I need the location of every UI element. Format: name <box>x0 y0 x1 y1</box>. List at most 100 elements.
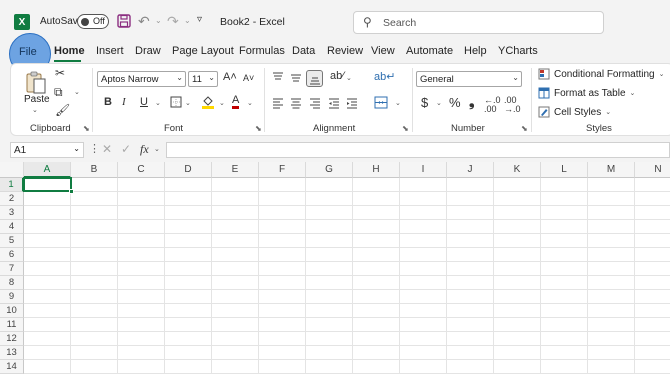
row-header[interactable]: 2 <box>0 192 24 206</box>
paste-dropdown-icon[interactable]: ⌄ <box>32 107 38 114</box>
format-as-table-button[interactable]: Format as Table ⌄ <box>538 87 635 99</box>
align-center-icon[interactable] <box>290 97 302 109</box>
formula-input[interactable] <box>166 142 670 158</box>
align-right-icon[interactable] <box>309 97 321 109</box>
row-header[interactable]: 9 <box>0 290 24 304</box>
wrap-text-icon[interactable]: ab↵ <box>374 72 395 83</box>
decrease-decimal-icon[interactable]: .00 →.0 <box>504 96 521 114</box>
cancel-entry-icon[interactable]: ✕ <box>102 143 112 155</box>
fill-color-icon[interactable] <box>201 95 215 109</box>
currency-button[interactable]: $ <box>421 96 428 109</box>
orientation-icon[interactable]: ab⁄ <box>330 71 344 82</box>
row-header[interactable]: 14 <box>0 360 24 374</box>
row-header[interactable]: 6 <box>0 248 24 262</box>
decrease-indent-icon[interactable] <box>328 97 340 109</box>
bottom-align-button[interactable] <box>306 70 323 87</box>
tab-data[interactable]: Data <box>292 45 315 57</box>
font-color-dropdown-icon[interactable]: ⌄ <box>247 100 253 107</box>
row-header[interactable]: 4 <box>0 220 24 234</box>
cell-styles-button[interactable]: Cell Styles ⌄ <box>538 106 611 118</box>
format-painter-icon[interactable]: 🖌 <box>55 104 70 116</box>
font-color-icon[interactable]: A <box>232 95 240 109</box>
borders-icon[interactable] <box>170 96 182 108</box>
merge-dropdown-icon[interactable]: ⌄ <box>395 100 401 107</box>
comma-style-button[interactable]: ❟ <box>469 94 475 108</box>
more-options-icon[interactable]: ⋮ <box>89 144 100 155</box>
tab-page-layout[interactable]: Page Layout <box>172 45 234 57</box>
cut-icon[interactable]: ✂ <box>55 67 65 79</box>
row-header[interactable]: 13 <box>0 346 24 360</box>
paste-button[interactable]: Paste <box>24 94 50 105</box>
row-header[interactable]: 11 <box>0 318 24 332</box>
column-header[interactable]: A <box>24 162 71 178</box>
row-header[interactable]: 3 <box>0 206 24 220</box>
column-header[interactable]: N <box>635 162 670 178</box>
function-dropdown-icon[interactable]: ⌄ <box>154 146 160 153</box>
conditional-formatting-button[interactable]: Conditional Formatting ⌄ <box>538 68 664 80</box>
worksheet-grid[interactable] <box>0 162 670 374</box>
tab-formulas[interactable]: Formulas <box>239 45 285 57</box>
number-format-select[interactable]: General ⌄ <box>416 71 522 87</box>
column-header[interactable]: M <box>588 162 635 178</box>
row-header[interactable]: 12 <box>0 332 24 346</box>
tab-automate[interactable]: Automate <box>406 45 453 57</box>
paste-icon[interactable] <box>25 70 47 94</box>
bold-button[interactable]: B <box>104 97 112 108</box>
name-box[interactable]: A1 ⌄ <box>10 142 84 158</box>
active-cell[interactable] <box>23 177 72 192</box>
middle-align-icon[interactable] <box>290 72 302 84</box>
autosave-toggle[interactable]: Off <box>77 14 109 29</box>
redo-dropdown-icon[interactable]: ⌄ <box>184 16 191 25</box>
number-launcher-icon[interactable]: ⬊ <box>521 124 528 133</box>
increase-indent-icon[interactable] <box>346 97 358 109</box>
tab-ycharts[interactable]: YCharts <box>498 45 538 57</box>
row-header[interactable]: 7 <box>0 262 24 276</box>
increase-decimal-icon[interactable]: ←.0.00 <box>484 96 501 114</box>
row-header[interactable]: 10 <box>0 304 24 318</box>
search-input[interactable]: ⚲ Search <box>353 11 604 34</box>
column-header[interactable]: H <box>353 162 400 178</box>
currency-dropdown-icon[interactable]: ⌄ <box>436 100 442 107</box>
tab-insert[interactable]: Insert <box>96 45 124 57</box>
clipboard-launcher-icon[interactable]: ⬊ <box>83 124 90 133</box>
tab-help[interactable]: Help <box>464 45 487 57</box>
alignment-launcher-icon[interactable]: ⬊ <box>402 124 409 133</box>
orientation-dropdown-icon[interactable]: ⌄ <box>346 75 352 82</box>
row-header[interactable]: 8 <box>0 276 24 290</box>
redo-icon[interactable]: ↷ <box>167 13 179 30</box>
undo-dropdown-icon[interactable]: ⌄ <box>155 16 162 25</box>
column-header[interactable]: G <box>306 162 353 178</box>
column-header[interactable]: C <box>118 162 165 178</box>
borders-dropdown-icon[interactable]: ⌄ <box>185 100 191 107</box>
fill-color-dropdown-icon[interactable]: ⌄ <box>219 100 225 107</box>
percent-button[interactable]: % <box>449 96 461 109</box>
column-header[interactable]: I <box>400 162 447 178</box>
top-align-icon[interactable] <box>272 72 284 84</box>
row-header[interactable]: 5 <box>0 234 24 248</box>
enter-entry-icon[interactable]: ✓ <box>121 143 131 155</box>
underline-dropdown-icon[interactable]: ⌄ <box>155 100 161 107</box>
font-name-select[interactable]: Aptos Narrow ⌄ <box>97 71 186 87</box>
tab-home[interactable]: Home <box>54 45 85 57</box>
column-header[interactable]: B <box>71 162 118 178</box>
tab-review[interactable]: Review <box>327 45 363 57</box>
italic-button[interactable]: I <box>122 97 126 108</box>
font-size-select[interactable]: 11 ⌄ <box>188 71 218 87</box>
undo-icon[interactable]: ↶ <box>138 13 150 30</box>
customize-quick-access-icon[interactable]: ▿ <box>197 14 202 25</box>
tab-view[interactable]: View <box>371 45 395 57</box>
align-left-icon[interactable] <box>272 97 284 109</box>
copy-icon[interactable]: ⧉ <box>54 86 63 98</box>
column-header[interactable]: K <box>494 162 541 178</box>
underline-button[interactable]: U <box>140 97 148 108</box>
column-header[interactable]: L <box>541 162 588 178</box>
column-header[interactable]: J <box>447 162 494 178</box>
fill-handle[interactable] <box>69 189 74 194</box>
column-header[interactable]: E <box>212 162 259 178</box>
increase-font-icon[interactable]: A˄ <box>223 72 237 83</box>
column-header[interactable]: D <box>165 162 212 178</box>
merge-center-icon[interactable] <box>374 96 388 109</box>
decrease-font-icon[interactable]: A˅ <box>243 74 254 83</box>
row-header[interactable]: 1 <box>0 178 24 192</box>
insert-function-button[interactable]: fx <box>140 143 149 155</box>
